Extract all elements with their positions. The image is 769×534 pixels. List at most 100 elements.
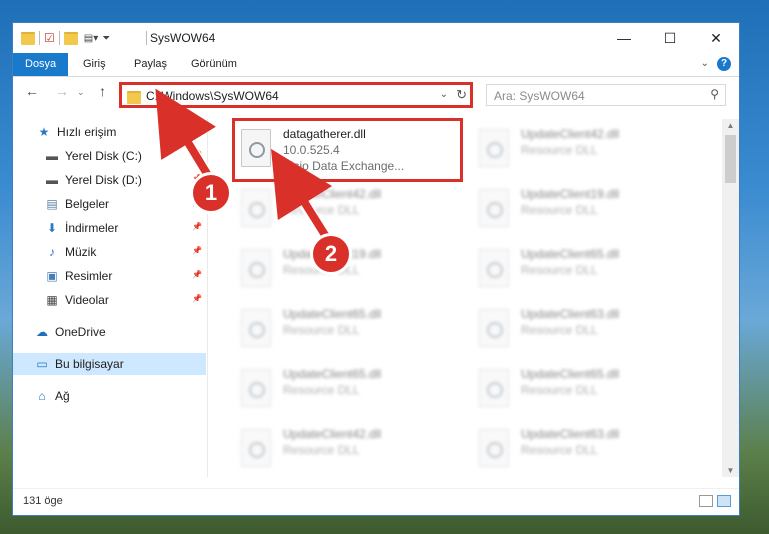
tab-giris[interactable]: Giriş: [83, 53, 106, 76]
large-icons-view-icon[interactable]: [717, 495, 731, 507]
properties-icon[interactable]: ☑: [44, 31, 55, 45]
sidebar-item-label: Yerel Disk (C:): [65, 149, 142, 163]
drive-icon: ▬: [46, 149, 58, 163]
sidebar-item-label: Yerel Disk (D:): [65, 173, 142, 187]
dll-file-icon: [479, 189, 509, 227]
music-icon: ♪: [49, 245, 55, 259]
file-item[interactable]: UpdateClient65.dll Resource DLL: [235, 361, 460, 419]
help-icon[interactable]: ?: [717, 57, 731, 71]
details-view-icon[interactable]: [699, 495, 713, 507]
dll-file-icon: [241, 309, 271, 347]
pin-icon[interactable]: 📌: [192, 294, 202, 303]
pictures-icon: ▣: [46, 269, 58, 283]
maximize-button[interactable]: ☐: [647, 23, 693, 53]
tab-paylas[interactable]: Paylaş: [134, 53, 167, 76]
file-name: UpdateClient42.dll: [283, 187, 382, 201]
sidebar-item-5[interactable]: ♪ Müzik 📌: [13, 241, 206, 263]
file-type: Resource DLL: [521, 263, 598, 277]
videos-icon: ▦: [46, 293, 58, 307]
file-item[interactable]: UpdateClient19.dll Resource DLL: [473, 181, 698, 239]
file-type: Resource DLL: [521, 323, 598, 337]
folder-icon: [21, 31, 35, 45]
sidebar-item-label: OneDrive: [55, 325, 106, 339]
file-name: UpdateClient42.dll: [283, 427, 382, 441]
drive-icon: ▬: [46, 173, 58, 187]
search-input[interactable]: Ara: SysWOW64 ⚲: [486, 84, 726, 106]
forward-button[interactable]: →: [55, 83, 69, 99]
file-item[interactable]: UpdateClient42.dll Resource DLL: [473, 121, 698, 179]
tab-gorunum[interactable]: Görünüm: [191, 53, 237, 76]
scroll-up-icon[interactable]: ▲: [722, 121, 739, 130]
sidebar-item-2[interactable]: ▬Yerel Disk (D:)📌: [13, 169, 206, 191]
expand-ribbon-icon[interactable]: ⌄: [701, 58, 709, 69]
file-name: UpdateClient63.dll: [521, 307, 620, 321]
scroll-thumb[interactable]: [725, 135, 736, 183]
file-item[interactable]: UpdateClient65.dll Resource DLL: [473, 361, 698, 419]
step-badge-2: 2: [310, 233, 352, 275]
chevron-down-icon[interactable]: ⌄: [440, 89, 448, 100]
scroll-down-icon[interactable]: ▼: [722, 466, 739, 475]
address-bar[interactable]: C:\Windows\SysWOW64 ⌄ ↻: [119, 82, 473, 108]
sidebar-item-4[interactable]: ⬇ İndirmeler 📌: [13, 217, 206, 239]
file-name: UpdateClient65.dll: [521, 367, 620, 381]
sidebar-item-3[interactable]: ▤Belgeler📌: [13, 193, 206, 215]
file-item-highlighted[interactable]: datagatherer.dll 10.0.525.4 Visio Data Exc…: [232, 118, 463, 182]
sidebar-item-label: Hızlı erişim: [57, 125, 117, 139]
pin-icon[interactable]: 📌: [192, 150, 202, 159]
file-item[interactable]: UpdateClient63.dll Resource DLL: [473, 421, 698, 479]
computer-icon: ▭: [36, 357, 48, 371]
dll-file-icon: [241, 189, 271, 227]
file-item[interactable]: UpdateClient63.dll Resource DLL: [473, 301, 698, 359]
sidebar-item-9[interactable]: ▭ Bu bilgisayar: [13, 353, 206, 375]
back-button[interactable]: ←: [25, 83, 39, 99]
customize-toolbar-icon[interactable]: ▤▾: [84, 33, 98, 44]
pin-icon[interactable]: 📌: [192, 222, 202, 231]
file-name: datagatherer.dll: [283, 127, 366, 141]
sidebar-item-10[interactable]: ⌂ Ağ: [13, 385, 206, 407]
sidebar-item-label: Ağ: [55, 389, 70, 403]
recent-locations-icon[interactable]: ⌄: [77, 87, 85, 98]
tab-dosya[interactable]: Dosya: [13, 53, 69, 76]
sidebar-item-0[interactable]: ★ Hızlı erişim: [13, 121, 206, 143]
sidebar-item-label: Videolar: [65, 293, 109, 307]
refresh-icon[interactable]: ↻: [456, 87, 467, 103]
sidebar-item-label: İndirmeler: [65, 221, 119, 235]
star-icon: ★: [38, 125, 50, 139]
file-type: Resource DLL: [521, 383, 598, 397]
new-folder-icon[interactable]: [63, 31, 78, 45]
pin-icon[interactable]: 📌: [192, 246, 202, 255]
file-item[interactable]: UpdateClient65.dll Resource DLL: [235, 301, 460, 359]
dll-file-icon: [479, 309, 509, 347]
file-type: Resource DLL: [521, 143, 598, 157]
file-item[interactable]: UpdateClient42.dll Resource DLL: [235, 181, 460, 239]
file-type: Resource DLL: [283, 323, 360, 337]
sidebar-item-7[interactable]: ▦ Videolar 📌: [13, 289, 206, 311]
sidebar-item-6[interactable]: ▣ Resimler 📌: [13, 265, 206, 287]
file-item[interactable]: UpdateClient42.dll Resource DLL: [235, 421, 460, 479]
sidebar-item-8[interactable]: ☁ OneDrive: [13, 321, 206, 343]
minimize-button[interactable]: —: [601, 23, 647, 53]
documents-icon: ▤: [46, 197, 58, 211]
step-badge-1: 1: [190, 172, 232, 214]
sidebar-item-label: Belgeler: [65, 197, 110, 211]
vertical-scrollbar[interactable]: ▲ ▼: [722, 119, 739, 477]
address-path[interactable]: C:\Windows\SysWOW64: [146, 89, 279, 103]
status-bar: 131 öge: [13, 488, 739, 515]
dll-file-icon: [241, 249, 271, 287]
file-type: Resource DLL: [283, 443, 360, 457]
download-icon: ⬇: [46, 221, 58, 235]
up-button[interactable]: ↑: [99, 83, 106, 99]
pin-icon[interactable]: 📌: [192, 270, 202, 279]
file-version: 10.0.525.4: [283, 143, 340, 157]
explorer-window: ☑ ▤▾ ⏷ SysWOW64 — ☐ ✕ Dosya Giriş Paylaş…: [12, 22, 740, 516]
close-button[interactable]: ✕: [693, 23, 739, 53]
search-icon[interactable]: ⚲: [710, 87, 719, 101]
sidebar-item-label: Resimler: [65, 269, 113, 283]
folder-icon: [127, 91, 141, 104]
sidebar-item-1[interactable]: ▬ Yerel Disk (C:) 📌: [13, 145, 206, 167]
dll-file-icon: [479, 369, 509, 407]
dropdown-icon[interactable]: ⏷: [102, 33, 110, 44]
dll-file-icon: [479, 429, 509, 467]
dll-file-icon: [479, 129, 509, 167]
file-item[interactable]: UpdateClient65.dll Resource DLL: [473, 241, 698, 299]
